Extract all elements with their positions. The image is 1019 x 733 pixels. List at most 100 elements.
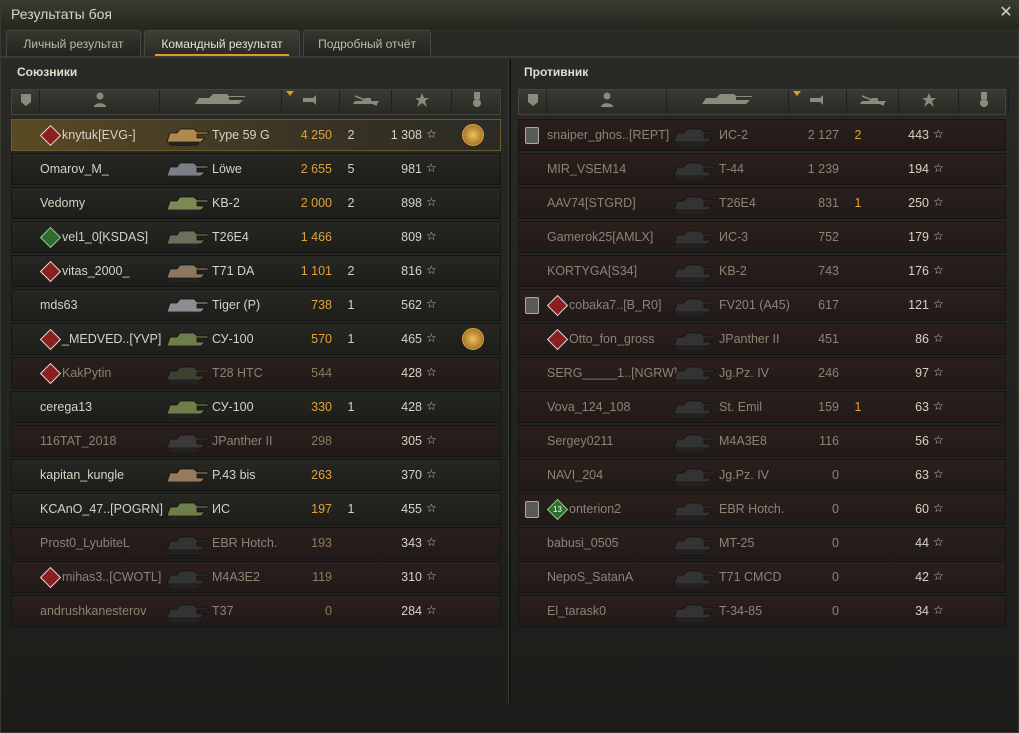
- player-row[interactable]: mds63 Tiger (P) 738 1 562 ☆: [11, 289, 501, 321]
- tank-column-header[interactable]: [667, 90, 789, 114]
- player-column-header[interactable]: [40, 90, 160, 114]
- xp-star-column-header[interactable]: [899, 90, 959, 114]
- clan-icon: [39, 328, 62, 351]
- player-row[interactable]: Otto_fon_gross JPanther II 451 86 ☆: [518, 323, 1006, 355]
- kills-value: 2: [854, 128, 862, 142]
- tank-image-icon: [164, 327, 210, 353]
- platoon-column-header[interactable]: [519, 90, 547, 114]
- kills-icon: [858, 93, 888, 111]
- damage-value: 738: [311, 298, 332, 312]
- xp-star-column-header[interactable]: [392, 90, 452, 114]
- xp-star-icon: ☆: [426, 229, 437, 243]
- medal-icon: [472, 91, 482, 113]
- player-name: KORTYGA[S34]: [547, 264, 638, 278]
- tank-name: KB-2: [719, 264, 747, 278]
- xp-value: 42: [915, 570, 929, 584]
- tank-name: T26E4: [212, 230, 249, 244]
- player-column-header[interactable]: [547, 90, 667, 114]
- damage-value: 1 101: [300, 264, 332, 278]
- close-icon[interactable]: ✕: [998, 5, 1014, 21]
- damage-value: 1 239: [807, 162, 839, 176]
- player-row[interactable]: 116TAT_2018 JPanther II 298 305 ☆: [11, 425, 501, 457]
- damage-value: 0: [832, 468, 839, 482]
- player-row[interactable]: cobaka7..[B_R0] FV201 (A45) 617 121 ☆: [518, 289, 1006, 321]
- kills-value: 1: [854, 400, 862, 414]
- platoon-column-header[interactable]: [12, 90, 40, 114]
- player-row[interactable]: El_tarask0 T-34-85 0 34 ☆: [518, 595, 1006, 627]
- player-name: KakPytin: [62, 366, 112, 380]
- tank-name: JPanther II: [719, 332, 780, 346]
- achievement-medal-icon[interactable]: [462, 124, 484, 146]
- player-row[interactable]: KakPytin T28 HTC 544 428 ☆: [11, 357, 501, 389]
- platoon-icon: [525, 297, 539, 314]
- damage-column-header[interactable]: [282, 90, 340, 114]
- tab-team[interactable]: Командный результат: [144, 30, 300, 56]
- player-row[interactable]: babusi_0505 MT-25 0 44 ☆: [518, 527, 1006, 559]
- player-row[interactable]: Sergey0211 M4A3E8 116 56 ☆: [518, 425, 1006, 457]
- tab-personal[interactable]: Личный результат: [6, 30, 141, 56]
- tank-name: Jg.Pz. IV: [719, 468, 770, 482]
- damage-value: 0: [832, 536, 839, 550]
- xp-star-icon: ☆: [933, 535, 944, 549]
- damage-value: 330: [311, 400, 332, 414]
- tank-name: Löwe: [212, 162, 242, 176]
- player-row[interactable]: NAVI_204 Jg.Pz. IV 0 63 ☆: [518, 459, 1006, 491]
- player-row[interactable]: 13 onterion2 EBR Hotch. 0 60 ☆: [518, 493, 1006, 525]
- player-name: MIR_VSEM14: [547, 162, 627, 176]
- kills-value: 5: [347, 162, 355, 176]
- player-row[interactable]: knytuk[EVG-] Type 59 G 4 250 2 1 308 ☆: [11, 119, 501, 151]
- player-row[interactable]: SERG_____1..[NGRW] Jg.Pz. IV 246 97 ☆: [518, 357, 1006, 389]
- player-row[interactable]: Prost0_LyubiteL EBR Hotch. 193 343 ☆: [11, 527, 501, 559]
- xp-star-icon: ☆: [933, 603, 944, 617]
- player-row[interactable]: Vova_124_108 St. Emil 159 1 63 ☆: [518, 391, 1006, 423]
- xp-value: 97: [915, 366, 929, 380]
- tank-name: EBR Hotch.: [719, 502, 785, 516]
- player-row[interactable]: NepoS_SatanA T71 CMCD 0 42 ☆: [518, 561, 1006, 593]
- damage-column-header[interactable]: [789, 90, 847, 114]
- player-name: vel1_0[KSDAS]: [62, 230, 149, 244]
- tank-image-icon: [164, 123, 210, 149]
- player-row[interactable]: KORTYGA[S34] KB-2 743 176 ☆: [518, 255, 1006, 287]
- kills-column-header[interactable]: [340, 90, 392, 114]
- xp-star-icon: ☆: [933, 195, 944, 209]
- player-row[interactable]: AAV74[STGRD] T26E4 831 1 250 ☆: [518, 187, 1006, 219]
- tank-column-header[interactable]: [160, 90, 282, 114]
- tank-name: ИС: [212, 502, 231, 516]
- platoon-icon: [525, 127, 539, 144]
- xp-star-icon: ☆: [426, 195, 437, 209]
- tank-image-icon: [164, 157, 210, 183]
- clan-icon: 13: [546, 498, 569, 521]
- player-row[interactable]: _MEDVED..[YVP] СУ-100 570 1 465 ☆: [11, 323, 501, 355]
- player-name: andrushkanesterov: [40, 604, 147, 618]
- player-row[interactable]: MIR_VSEM14 T-44 1 239 194 ☆: [518, 153, 1006, 185]
- player-name: babusi_0505: [547, 536, 619, 550]
- tab-detailed[interactable]: Подробный отчёт: [303, 30, 431, 56]
- player-row[interactable]: snaiper_ghos..[REPT] ИС-2 2 127 2 443 ☆: [518, 119, 1006, 151]
- achievement-medal-icon[interactable]: [462, 328, 484, 350]
- player-row[interactable]: mihas3..[CWOTL] M4A3E2 119 310 ☆: [11, 561, 501, 593]
- tank-name: FV201 (A45): [719, 298, 790, 312]
- medal-column-header[interactable]: [452, 90, 502, 114]
- damage-value: 159: [818, 400, 839, 414]
- tank-name: Tiger (P): [212, 298, 261, 312]
- player-row[interactable]: vel1_0[KSDAS] T26E4 1 466 809 ☆: [11, 221, 501, 253]
- tank-name: ИС-3: [719, 230, 749, 244]
- kills-value: 1: [854, 196, 862, 210]
- player-row[interactable]: kapitan_kungle P.43 bis 263 370 ☆: [11, 459, 501, 491]
- player-row[interactable]: KCAnO_47..[POGRN] ИС 197 1 455 ☆: [11, 493, 501, 525]
- tank-name: St. Emil: [719, 400, 763, 414]
- player-row[interactable]: andrushkanesterov T37 0 284 ☆: [11, 595, 501, 627]
- tank-name: KB-2: [212, 196, 240, 210]
- player-row[interactable]: Gamerok25[AMLX] ИС-3 752 179 ☆: [518, 221, 1006, 253]
- player-row[interactable]: Vedomy KB-2 2 000 2 898 ☆: [11, 187, 501, 219]
- tank-image-icon: [671, 531, 717, 557]
- medal-column-header[interactable]: [959, 90, 1009, 114]
- player-row[interactable]: vitas_2000_ T71 DA 1 101 2 816 ☆: [11, 255, 501, 287]
- player-row[interactable]: cerega13 СУ-100 330 1 428 ☆: [11, 391, 501, 423]
- clan-icon: [39, 566, 62, 589]
- kills-column-header[interactable]: [847, 90, 899, 114]
- xp-star-icon: ☆: [933, 161, 944, 175]
- enemies-title: Противник: [524, 65, 589, 79]
- xp-star-icon: ☆: [933, 467, 944, 481]
- player-row[interactable]: Omarov_M_ Löwe 2 655 5 981 ☆: [11, 153, 501, 185]
